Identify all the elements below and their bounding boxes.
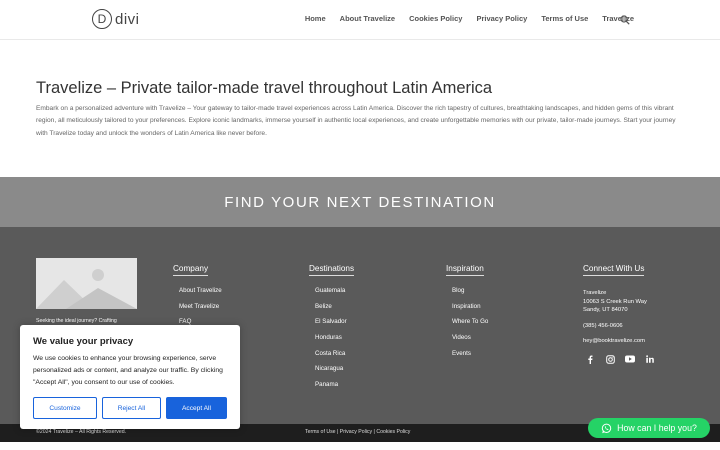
footer-tagline: Seeking the ideal journey? Crafting xyxy=(36,318,117,324)
cookie-consent-dialog: We value your privacy We use cookies to … xyxy=(20,325,240,429)
footer-link-where-to-go[interactable]: Where To Go xyxy=(452,318,488,334)
bottom-link-terms[interactable]: Terms of Use xyxy=(305,429,336,435)
linkedin-icon[interactable] xyxy=(645,354,655,364)
footer-link-about-travelize[interactable]: About Travelize xyxy=(179,287,222,303)
search-icon[interactable] xyxy=(620,15,630,25)
cookie-title: We value your privacy xyxy=(33,336,134,347)
logo-mark: D xyxy=(92,9,112,29)
whatsapp-chat-button[interactable]: How can I help you? xyxy=(588,418,710,438)
footer-link-el-salvador[interactable]: El Salvador xyxy=(315,318,354,334)
nav-privacy-policy[interactable]: Privacy Policy xyxy=(476,14,527,23)
contact-address-line2: Sandy, UT 84070 xyxy=(583,307,628,313)
footer-link-videos[interactable]: Videos xyxy=(452,334,488,350)
whatsapp-icon xyxy=(601,423,612,433)
footer-placeholder-image xyxy=(36,258,137,309)
contact-name: Travelize xyxy=(583,290,607,296)
contact-email[interactable]: hey@booktravelize.com xyxy=(583,337,647,346)
footer-link-meet-travelize[interactable]: Meet Travelize xyxy=(179,303,222,319)
youtube-icon[interactable] xyxy=(625,354,635,364)
legal-links: Terms of Use | Privacy Policy | Cookies … xyxy=(305,429,410,435)
cookie-buttons: Customize Reject All Accept All xyxy=(33,397,227,419)
accept-all-button[interactable]: Accept All xyxy=(166,397,227,419)
intro-section: Travelize – Private tailor-made travel t… xyxy=(36,79,686,140)
banner-heading: FIND YOUR NEXT DESTINATION xyxy=(224,193,496,211)
customize-button[interactable]: Customize xyxy=(33,397,97,419)
logo-text: divi xyxy=(115,10,140,28)
facebook-icon[interactable] xyxy=(585,354,595,364)
nav-about-travelize[interactable]: About Travelize xyxy=(340,14,395,23)
footer-inspiration-column: Inspiration Blog Inspiration Where To Go… xyxy=(446,258,488,365)
bottom-link-privacy[interactable]: Privacy Policy xyxy=(340,429,372,435)
destinations-heading: Destinations xyxy=(309,264,355,276)
connect-heading: Connect With Us xyxy=(583,264,645,276)
image-placeholder-icon xyxy=(36,258,137,309)
footer-link-inspiration[interactable]: Inspiration xyxy=(452,303,488,319)
bottom-link-cookies[interactable]: Cookies Policy xyxy=(376,429,410,435)
site-header: D divi Home About Travelize Cookies Poli… xyxy=(0,0,720,40)
nav-terms-of-use[interactable]: Terms of Use xyxy=(541,14,588,23)
social-links xyxy=(585,354,655,364)
nav-cookies-policy[interactable]: Cookies Policy xyxy=(409,14,462,23)
intro-paragraph: Embark on a personalized adventure with … xyxy=(36,105,676,137)
inspiration-heading: Inspiration xyxy=(446,264,484,276)
footer-link-panama[interactable]: Panama xyxy=(315,381,354,397)
footer-company-column: Company About Travelize Meet Travelize F… xyxy=(173,258,222,334)
main-nav: Home About Travelize Cookies Policy Priv… xyxy=(305,14,634,23)
reject-all-button[interactable]: Reject All xyxy=(102,397,161,419)
instagram-icon[interactable] xyxy=(605,354,615,364)
contact-phone[interactable]: (385) 456-0606 xyxy=(583,322,647,331)
footer-destinations-column: Destinations Guatemala Belize El Salvado… xyxy=(309,258,355,397)
footer-link-costa-rica[interactable]: Costa Rica xyxy=(315,350,354,366)
whatsapp-label: How can I help you? xyxy=(617,423,697,433)
company-heading: Company xyxy=(173,264,209,276)
footer-link-honduras[interactable]: Honduras xyxy=(315,334,354,350)
contact-address-line1: 10063 S Creek Run Way xyxy=(583,298,647,305)
footer-connect-column: Connect With Us Travelize 10063 S Creek … xyxy=(583,258,647,346)
site-logo[interactable]: D divi xyxy=(92,9,140,29)
footer-link-events[interactable]: Events xyxy=(452,350,488,366)
footer-link-belize[interactable]: Belize xyxy=(315,303,354,319)
copyright-text: ©2024 Travelize – All Rights Reserved. xyxy=(36,429,127,435)
footer-link-blog[interactable]: Blog xyxy=(452,287,488,303)
page-title: Travelize – Private tailor-made travel t… xyxy=(36,79,493,97)
cookie-body: We use cookies to enhance your browsing … xyxy=(33,355,223,386)
footer-link-nicaragua[interactable]: Nicaragua xyxy=(315,365,354,381)
footer-link-guatemala[interactable]: Guatemala xyxy=(315,287,354,303)
nav-home[interactable]: Home xyxy=(305,14,326,23)
destination-banner: FIND YOUR NEXT DESTINATION xyxy=(0,177,720,227)
